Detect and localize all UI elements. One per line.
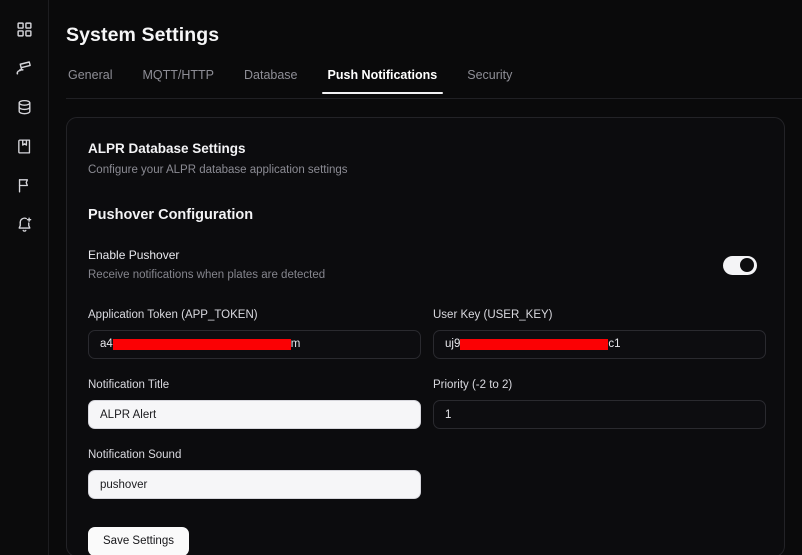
main-content: System Settings General MQTT/HTTP Databa… [49,0,802,555]
sidebar-item-cameras[interactable] [7,51,41,85]
notification-title-label: Notification Title [88,378,421,393]
page-title: System Settings [66,22,786,48]
app-token-label: Application Token (APP_TOKEN) [88,308,421,323]
sidebar-item-alerts[interactable] [7,207,41,241]
user-key-input[interactable]: uj9 c1 [433,330,766,359]
user-key-value: uj9 c1 [445,331,621,358]
tabs-divider [66,98,802,99]
settings-tabs: General MQTT/HTTP Database Push Notifica… [66,67,786,99]
field-notification-title: Notification Title [88,378,421,429]
app-token-redaction-bar [113,339,291,350]
field-notification-sound: Notification Sound [88,448,421,499]
database-icon [16,99,33,116]
enable-pushover-description: Receive notifications when plates are de… [88,267,325,283]
enable-pushover-row: Enable Pushover Receive notifications wh… [88,247,760,283]
user-key-label: User Key (USER_KEY) [433,308,766,323]
toggle-knob [740,258,754,272]
save-settings-button[interactable]: Save Settings [88,527,189,555]
priority-label: Priority (-2 to 2) [433,378,766,393]
tab-general[interactable]: General [66,67,127,94]
field-app-token: Application Token (APP_TOKEN) a4 m [88,308,421,359]
pushover-form: Application Token (APP_TOKEN) a4m User K… [88,308,760,518]
tab-push-notifications[interactable]: Push Notifications [313,67,453,94]
app-token-input[interactable]: a4 m [88,330,421,359]
bell-plus-icon [16,216,33,233]
dashboard-grid-icon [16,21,33,38]
tab-mqtt-http[interactable]: MQTT/HTTP [127,67,229,94]
priority-input[interactable] [433,400,766,429]
notification-title-input[interactable] [88,400,421,429]
enable-pushover-label: Enable Pushover [88,247,325,264]
user-key-redaction-bar [460,339,608,350]
sidebar-item-dashboard[interactable] [7,12,41,46]
section-title-pushover: Pushover Configuration [88,205,760,225]
sidebar-item-database[interactable] [7,90,41,124]
field-user-key: User Key (USER_KEY) uj9 c1 [433,308,766,359]
tab-database[interactable]: Database [229,67,313,94]
tab-security[interactable]: Security [452,67,527,94]
sidebar-item-flagged[interactable] [7,168,41,202]
card-subtitle: Configure your ALPR database application… [88,162,760,178]
book-bookmark-icon [16,138,33,155]
app-root: System Settings General MQTT/HTTP Databa… [0,0,802,555]
notification-sound-input[interactable] [88,470,421,499]
user-key-suffix: c1 [608,331,620,358]
app-token-prefix: a4 [100,331,113,358]
notification-sound-label: Notification Sound [88,448,421,463]
enable-pushover-toggle[interactable] [723,256,757,275]
app-token-suffix: m [291,331,301,358]
sidebar-item-records[interactable] [7,129,41,163]
field-priority: Priority (-2 to 2) [433,378,766,429]
enable-pushover-texts: Enable Pushover Receive notifications wh… [88,247,325,283]
flag-icon [16,177,33,194]
user-key-prefix: uj9 [445,331,460,358]
card-title: ALPR Database Settings [88,140,760,158]
app-token-value: a4 m [100,331,300,358]
cctv-camera-icon [15,59,33,77]
settings-card: ALPR Database Settings Configure your AL… [66,117,785,555]
sidebar [0,0,49,555]
